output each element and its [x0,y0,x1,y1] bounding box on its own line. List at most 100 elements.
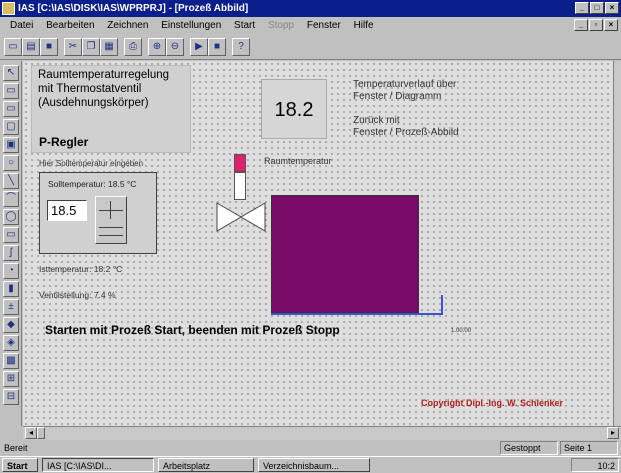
start-button[interactable]: Start [2,458,38,472]
process-canvas[interactable]: Raumtemperaturregelung mit Thermostatven… [23,61,613,426]
status-mode: Gestoppt [500,441,558,455]
polyline-tool-icon[interactable]: ⌒ [3,191,19,207]
table-tool-icon[interactable]: ⊞ [3,371,19,387]
time-label: 1.00.00 [451,328,472,334]
zoom-out-icon[interactable]: ⊖ [166,38,184,56]
clock: 10:2 [597,461,615,471]
valve-position: Ventilstellung: 7.4 % [39,290,116,300]
gauge-tool-icon[interactable]: ◔ [3,263,19,279]
title-line-3: (Ausdehnungskörper) [38,97,149,109]
minimize-button[interactable]: _ [575,2,589,14]
vertical-scrollbar[interactable] [613,61,621,426]
menu-bar: Datei Bearbeiten Zeichnen Einstellungen … [0,17,621,34]
controller-type: P-Regler [39,135,89,149]
process-start-icon[interactable]: ▶ [190,38,208,56]
diagram-info: Temperaturverlauf über Fenster / Diagram… [353,79,456,103]
menu-hilfe[interactable]: Hilfe [354,20,374,31]
setpoint-stepper[interactable] [95,196,127,244]
curve-tool-icon[interactable]: ∫ [3,245,19,261]
app-window: IAS [C:\IAS\DISK\IAS\WPRPRJ] - [Prozeß A… [0,0,621,472]
menu-stopp[interactable]: Stopp [268,20,294,31]
info-line-3: Zurück mit [353,115,400,126]
return-info: Zurück mit Fenster / Prozeß-Abbild [353,115,459,139]
doc-minimize-button[interactable]: _ [574,19,588,31]
copyright-text: Copyright Dipl.-Ing. W. Schlenker [421,398,564,408]
doc-close-button[interactable]: × [604,19,618,31]
print-icon[interactable]: ⎙ [124,38,142,56]
task-ias[interactable]: IAS [C:\IAS\DI... [42,458,154,472]
close-button[interactable]: × [605,2,619,14]
status-bar: Bereit Gestoppt Seite 1 [0,440,621,456]
info-line-1: Temperaturverlauf über [353,79,457,90]
scroll-left-icon[interactable]: ◂ [25,427,37,439]
stepper-down-bar[interactable] [99,227,123,228]
menu-einstellungen[interactable]: Einstellungen [161,20,221,31]
scroll-right-icon[interactable]: ▸ [607,427,619,439]
drawing-toolbar: ↖ ▭ ▭ ▢ ▣ ○ ╲ ⌒ ◯ ▭ ∫ ◔ ▮ ± ◆ ◈ ▩ ⊞ ⊟ [0,61,22,426]
setpoint-box: Solltemperatur: 18.5 °C 18.5 [39,172,157,254]
task-arbeitsplatz[interactable]: Arbeitsplatz [158,458,254,472]
scroll-thumb[interactable] [37,427,45,439]
rounded-rect-tool-icon[interactable]: ▢ [3,119,19,135]
pipe-bottom [271,313,421,315]
text-field-tool-icon[interactable]: ▭ [3,227,19,243]
room-temp-label: Raumtemperatur [264,156,332,166]
save-icon[interactable]: ■ [40,38,58,56]
menu-start[interactable]: Start [234,20,255,31]
bar-tool-icon[interactable]: ▮ [3,281,19,297]
title-bar[interactable]: IAS [C:\IAS\DISK\IAS\WPRPRJ] - [Prozeß A… [0,0,621,17]
grid-tool-icon[interactable]: ⊟ [3,389,19,405]
actual-temperature: Isttemperatur: 18.2 °C [39,264,123,274]
rectangle-tool-2-icon[interactable]: ▭ [3,101,19,117]
rectangle-tool-icon[interactable]: ▭ [3,83,19,99]
paste-icon[interactable]: ▦ [100,38,118,56]
status-page: Seite 1 [560,441,618,455]
doc-restore-button[interactable]: ▫ [589,19,603,31]
stepper-down-icon[interactable] [99,235,123,236]
new-file-icon[interactable]: ▭ [4,38,22,56]
ellipse-tool-icon[interactable]: ◯ [3,209,19,225]
select-tool-icon[interactable]: ↖ [3,65,19,81]
temperature-display: 18.2 [261,79,327,139]
valve-icon [216,202,266,232]
status-ready: Bereit [4,443,28,453]
room-heater [271,195,419,313]
toolbar: ▭ ▤ ■ ✂ ❐ ▦ ⎙ ⊕ ⊖ ▶ ■ ? [0,34,621,60]
setpoint-input[interactable]: 18.5 [47,200,87,221]
instruction-text: Starten mit Prozeß Start, beenden mit Pr… [45,323,340,337]
frame-tool-icon[interactable]: ▣ [3,137,19,153]
system-tray: 10:2 [571,458,619,472]
pipe-return [420,313,443,315]
thermostat-column [234,172,246,200]
cut-icon[interactable]: ✂ [64,38,82,56]
info-line-2: Fenster / Diagramm [353,91,442,102]
open-folder-icon[interactable]: ▤ [22,38,40,56]
setpoint-hint: Hier Solltemperatur eingeben [39,159,144,168]
thermostat-indicator [234,154,246,172]
maximize-button[interactable]: □ [590,2,604,14]
line-tool-icon[interactable]: ╲ [3,173,19,189]
taskbar: Start IAS [C:\IAS\DI... Arbeitsplatz Ver… [0,456,621,472]
pipe-vertical [441,295,443,315]
menu-zeichnen[interactable]: Zeichnen [107,20,148,31]
info-line-4: Fenster / Prozeß-Abbild [353,127,459,138]
title-line-1: Raumtemperaturregelung [38,69,170,81]
menu-bearbeiten[interactable]: Bearbeiten [46,20,94,31]
process-stop-icon[interactable]: ■ [208,38,226,56]
window-title: IAS [C:\IAS\DISK\IAS\WPRPRJ] - [Prozeß A… [18,3,249,14]
value-tool-icon[interactable]: ± [3,299,19,315]
task-verzeichnisbaum[interactable]: Verzeichnisbaum... [258,458,370,472]
zoom-in-icon[interactable]: ⊕ [148,38,166,56]
menu-datei[interactable]: Datei [10,20,33,31]
image-tool-icon[interactable]: ▩ [3,353,19,369]
fill-tool-icon[interactable]: ◈ [3,335,19,351]
color-tool-icon[interactable]: ◆ [3,317,19,333]
app-icon [2,2,15,15]
stepper-up-bar[interactable] [99,210,123,211]
menu-fenster[interactable]: Fenster [307,20,341,31]
circle-tool-icon[interactable]: ○ [3,155,19,171]
help-icon[interactable]: ? [232,38,250,56]
copy-icon[interactable]: ❐ [82,38,100,56]
setpoint-label: Solltemperatur: 18.5 °C [48,179,137,189]
horizontal-scrollbar[interactable]: ◂ ▸ [23,426,621,440]
